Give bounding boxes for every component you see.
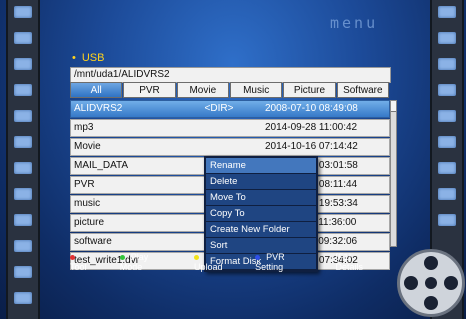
scrollbar[interactable] (390, 100, 397, 247)
legend-label: Tool (70, 262, 87, 272)
legend-label: Details (335, 262, 363, 272)
tab-all[interactable]: All (70, 82, 123, 98)
file-name: software (74, 236, 112, 247)
tab-software[interactable]: Software (336, 82, 389, 98)
menu-item-rename[interactable]: Rename (206, 158, 316, 174)
menu-item-move-to[interactable]: Move To (206, 190, 316, 206)
red-key-icon (70, 255, 75, 261)
file-browser-panel: • USB /mnt/uda1/ALIDVRS2 All PVR Movie Mu… (62, 40, 402, 285)
menu-item-delete[interactable]: Delete (206, 174, 316, 190)
file-name: picture (74, 217, 105, 228)
file-row[interactable]: Movie 2014-10-16 07:14:42 (70, 138, 390, 156)
file-name: music (74, 198, 101, 209)
menu-item-create-new-folder[interactable]: Create New Folder (206, 222, 316, 238)
tab-pvr[interactable]: PVR (123, 82, 176, 98)
file-date: 2008-07-10 08:49:08 (265, 103, 358, 114)
blue-key-icon (255, 255, 261, 261)
menu-title: menu (330, 14, 379, 32)
file-row[interactable]: mp3 2014-09-28 11:00:42 (70, 119, 390, 137)
yellow-key-icon (194, 255, 200, 261)
file-name: MAIL_DATA (74, 160, 129, 171)
legend-item-details: [F1] Details (335, 252, 386, 272)
file-size: <DIR> (204, 103, 234, 114)
file-date: 2014-10-16 07:14:42 (265, 141, 358, 152)
film-strip-left (6, 0, 40, 319)
file-name: mp3 (74, 122, 94, 133)
legend-label: Upload (194, 262, 223, 272)
remote-key-legend: Tool Play Mode Upload PVR Setting [F1] D… (70, 252, 390, 272)
film-reel-icon (397, 249, 465, 317)
device-label: • USB (72, 52, 104, 64)
current-path: /mnt/uda1/ALIDVRS2 (70, 67, 391, 83)
legend-item-pvr-setting: PVR Setting (255, 252, 315, 272)
tab-movie[interactable]: Movie (176, 82, 229, 98)
file-row[interactable]: ALIDVRS2 <DIR> 2008-07-10 08:49:08 (70, 100, 390, 118)
f1-key-label: [F1] (335, 252, 351, 262)
file-name: ALIDVRS2 (74, 103, 123, 114)
device-name: USB (81, 52, 105, 64)
category-tabs: All PVR Movie Music Picture Software (70, 82, 390, 98)
file-name: Movie (74, 141, 101, 152)
green-key-icon (119, 255, 125, 261)
file-name: PVR (74, 179, 95, 190)
legend-item-tool: Tool (70, 252, 100, 272)
menu-item-copy-to[interactable]: Copy To (206, 206, 316, 222)
file-date: 2014-09-28 11:00:42 (265, 122, 358, 133)
legend-item-play-mode: Play Mode (119, 252, 174, 272)
legend-item-upload: Upload (194, 252, 235, 272)
tab-picture[interactable]: Picture (283, 82, 336, 98)
scroll-thumb[interactable] (391, 101, 396, 112)
tab-music[interactable]: Music (229, 82, 283, 98)
bullet-icon: • (72, 52, 76, 64)
